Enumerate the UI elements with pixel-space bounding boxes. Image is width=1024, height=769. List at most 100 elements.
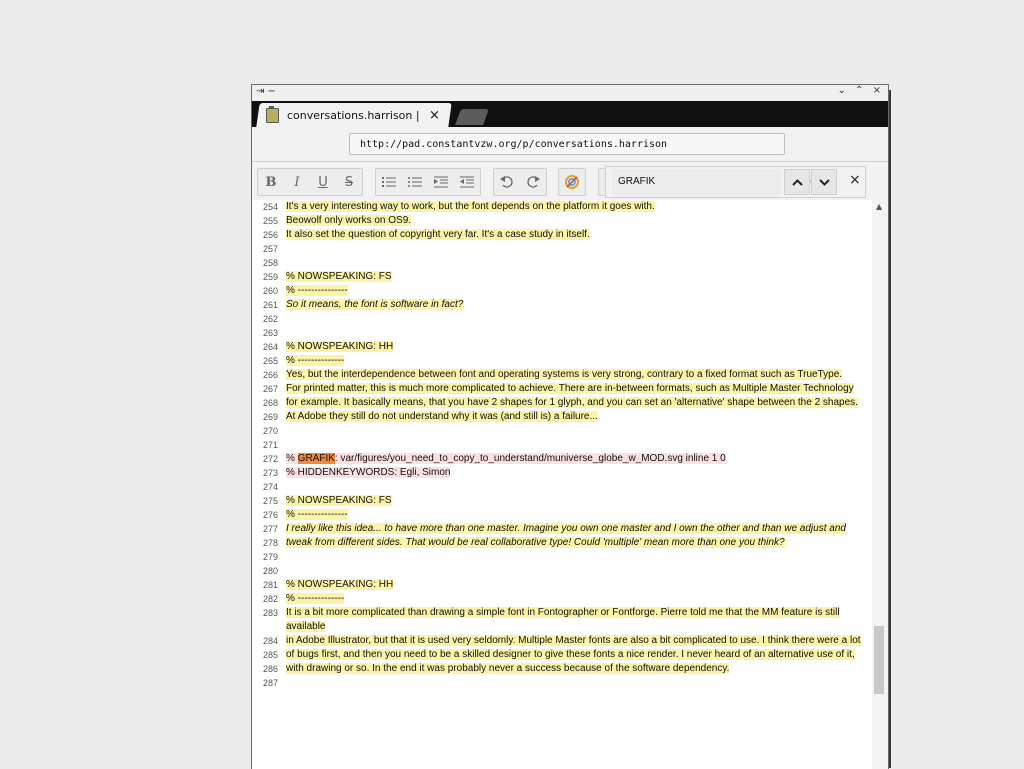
tab-content[interactable]: conversations.harrison | Etherpad × xyxy=(266,103,446,127)
line-text[interactable] xyxy=(278,242,872,256)
strikethrough-button[interactable]: S xyxy=(336,169,362,195)
pad-line[interactable]: 280 xyxy=(252,564,872,578)
strikethrough-icon: S xyxy=(344,174,354,190)
line-text[interactable] xyxy=(278,312,872,326)
line-text[interactable]: % -------------- xyxy=(278,592,872,606)
line-text[interactable]: For printed matter, this is much more co… xyxy=(278,382,872,396)
unordered-list-button[interactable] xyxy=(402,169,428,195)
pad-line[interactable]: 254 It's a very interesting way to work, … xyxy=(252,200,872,214)
line-text[interactable]: % --------------- xyxy=(278,284,872,298)
find-previous-button[interactable] xyxy=(784,169,810,195)
redo-button[interactable] xyxy=(520,169,546,195)
pad-line[interactable]: 287 xyxy=(252,676,872,690)
navigation-bar: http://pad.constantvzw.org/p/conversatio… xyxy=(252,127,888,162)
pad-line[interactable]: 276 % --------------- xyxy=(252,508,872,522)
pad-line[interactable]: 256 It also set the question of copyright… xyxy=(252,228,872,242)
authorship-colors-button[interactable] xyxy=(559,169,585,195)
outdent-button[interactable] xyxy=(454,169,480,195)
pad-line[interactable]: 273 % HIDDENKEYWORDS: Egli, Simon xyxy=(252,466,872,480)
ordered-list-button[interactable] xyxy=(376,169,402,195)
line-text[interactable] xyxy=(278,438,872,452)
line-number: 266 xyxy=(262,370,278,380)
window-titlebar[interactable]: ⇥ − ⌄ ⌃ × xyxy=(252,85,888,101)
bold-button[interactable]: B xyxy=(258,169,284,195)
pad-line[interactable]: 286 with drawing or so. In the end it was… xyxy=(252,662,872,676)
pad-line[interactable]: 270 xyxy=(252,424,872,438)
tab-close-icon[interactable]: × xyxy=(429,108,440,123)
scrollbar-thumb[interactable] xyxy=(874,626,884,694)
pad-line[interactable]: 275 % NOWSPEAKING: FS xyxy=(252,494,872,508)
pad-line[interactable]: 277 I really like this idea... to have mo… xyxy=(252,522,872,536)
find-close-icon[interactable]: × xyxy=(849,172,861,188)
line-text[interactable]: % GRAFIK: var/figures/you_need_to_copy_t… xyxy=(278,452,872,466)
pad-editor[interactable]: 254 It's a very interesting way to work, … xyxy=(252,200,872,769)
pad-line[interactable]: 257 xyxy=(252,242,872,256)
pad-line[interactable]: 265 % -------------- xyxy=(252,354,872,368)
line-text[interactable] xyxy=(278,424,872,438)
line-text[interactable]: % -------------- xyxy=(278,354,872,368)
line-text[interactable] xyxy=(278,550,872,564)
line-text[interactable] xyxy=(278,676,872,690)
pad-line[interactable]: 279 xyxy=(252,550,872,564)
scroll-up-icon[interactable]: ▲ xyxy=(876,202,882,211)
pad-line[interactable]: 260 % --------------- xyxy=(252,284,872,298)
line-text[interactable] xyxy=(278,480,872,494)
pad-line[interactable]: 268 for example. It basically means, that… xyxy=(252,396,872,410)
line-text[interactable]: It's a very interesting way to work, but… xyxy=(278,200,872,214)
url-input[interactable]: http://pad.constantvzw.org/p/conversatio… xyxy=(349,133,785,155)
new-tab-button[interactable] xyxy=(455,109,489,125)
pad-line[interactable]: 259 % NOWSPEAKING: FS xyxy=(252,270,872,284)
pad-line[interactable]: 262 xyxy=(252,312,872,326)
vertical-scrollbar[interactable]: ▲ xyxy=(872,200,888,769)
pad-line[interactable]: 255 Beowolf only works on OS9. xyxy=(252,214,872,228)
line-text[interactable]: for example. It basically means, that yo… xyxy=(278,396,872,410)
window-controls[interactable]: ⌄ ⌃ × xyxy=(838,85,885,96)
pad-line[interactable]: 258 xyxy=(252,256,872,270)
pad-line[interactable]: 263 xyxy=(252,326,872,340)
line-text[interactable]: It is a bit more complicated than drawin… xyxy=(278,606,872,634)
line-text[interactable]: I really like this idea... to have more … xyxy=(278,522,872,536)
find-next-button[interactable] xyxy=(811,169,837,195)
line-text[interactable]: tweak from different sides. That would b… xyxy=(278,536,872,550)
line-text[interactable]: of bugs first, and then you need to be a… xyxy=(278,648,872,662)
window-menu-icon[interactable]: ⇥ − xyxy=(256,86,276,97)
line-text[interactable]: So it means, the font is software in fac… xyxy=(278,298,872,312)
pad-line[interactable]: 261 So it means, the font is software in … xyxy=(252,298,872,312)
pad-line[interactable]: 285 of bugs first, and then you need to b… xyxy=(252,648,872,662)
ordered-list-icon xyxy=(382,177,396,187)
pad-line[interactable]: 267 For printed matter, this is much more… xyxy=(252,382,872,396)
line-text[interactable]: with drawing or so. In the end it was pr… xyxy=(278,662,872,676)
undo-button[interactable] xyxy=(494,169,520,195)
line-number: 277 xyxy=(262,524,278,534)
line-text[interactable]: % --------------- xyxy=(278,508,872,522)
line-text[interactable]: At Adobe they still do not understand wh… xyxy=(278,410,872,424)
pad-line[interactable]: 281 % NOWSPEAKING: HH xyxy=(252,578,872,592)
pad-line[interactable]: 271 xyxy=(252,438,872,452)
line-text[interactable]: Beowolf only works on OS9. xyxy=(278,214,872,228)
underline-button[interactable]: U xyxy=(310,169,336,195)
line-text[interactable] xyxy=(278,256,872,270)
line-text[interactable]: % NOWSPEAKING: HH xyxy=(278,578,872,592)
pad-line[interactable]: 284 in Adobe Illustrator, but that it is … xyxy=(252,634,872,648)
line-text[interactable]: % NOWSPEAKING: FS xyxy=(278,270,872,284)
line-text-span: for example. It basically means, that yo… xyxy=(286,397,858,408)
pad-line[interactable]: 278 tweak from different sides. That woul… xyxy=(252,536,872,550)
line-text[interactable]: % NOWSPEAKING: HH xyxy=(278,340,872,354)
indent-button[interactable] xyxy=(428,169,454,195)
pad-line[interactable]: 274 xyxy=(252,480,872,494)
line-text[interactable]: % NOWSPEAKING: FS xyxy=(278,494,872,508)
pad-line[interactable]: 264 % NOWSPEAKING: HH xyxy=(252,340,872,354)
pad-line[interactable]: 283 It is a bit more complicated than dra… xyxy=(252,606,872,634)
line-text[interactable] xyxy=(278,564,872,578)
line-text[interactable]: in Adobe Illustrator, but that it is use… xyxy=(278,634,872,648)
pad-line[interactable]: 282 % -------------- xyxy=(252,592,872,606)
line-text[interactable]: It also set the question of copyright ve… xyxy=(278,228,872,242)
pad-line[interactable]: 272 % GRAFIK: var/figures/you_need_to_cop… xyxy=(252,452,872,466)
italic-button[interactable]: I xyxy=(284,169,310,195)
line-text[interactable]: % HIDDENKEYWORDS: Egli, Simon xyxy=(278,466,872,480)
line-text[interactable]: Yes, but the interdependence between fon… xyxy=(278,368,872,382)
line-text[interactable] xyxy=(278,326,872,340)
pad-line[interactable]: 266 Yes, but the interdependence between … xyxy=(252,368,872,382)
tab-title[interactable]: conversations.harrison | Etherpad xyxy=(287,109,423,122)
pad-line[interactable]: 269 At Adobe they still do not understand… xyxy=(252,410,872,424)
